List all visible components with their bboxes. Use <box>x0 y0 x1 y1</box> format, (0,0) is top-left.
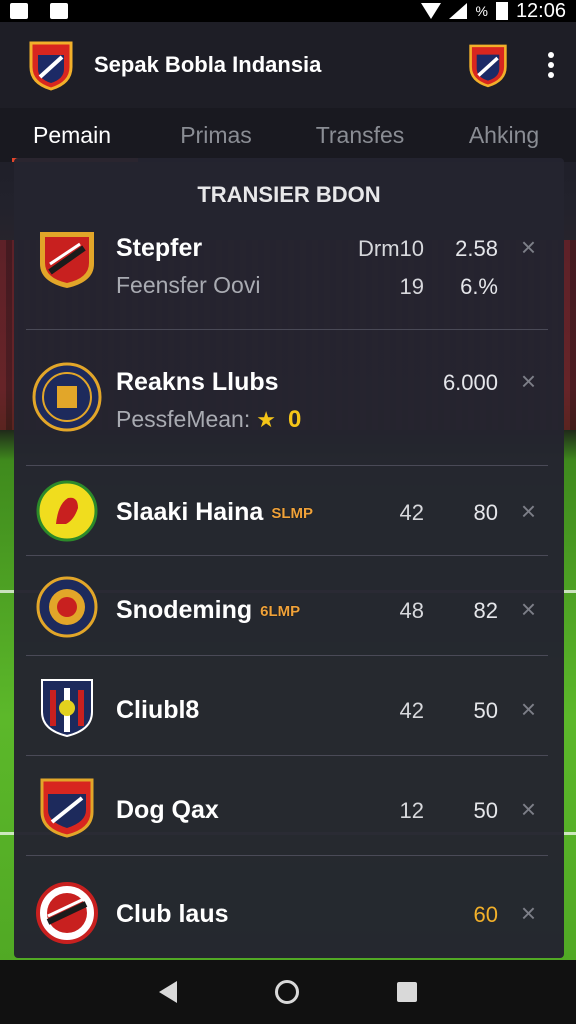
club-logo-icon <box>41 679 93 738</box>
club-name: Club laus <box>116 900 229 928</box>
club-logo-icon <box>40 778 94 838</box>
value-secondary: 50 <box>473 798 498 823</box>
club-logo-icon <box>36 576 98 638</box>
close-icon[interactable]: × <box>521 594 536 625</box>
club-logo-icon <box>36 882 98 944</box>
club-name: Slaaki Haina SLMP <box>116 498 313 526</box>
battery-percent: % <box>475 3 488 19</box>
club-shield-icon[interactable] <box>468 41 508 89</box>
recents-icon[interactable] <box>397 982 417 1002</box>
value-secondary: 82 <box>473 598 498 623</box>
value-secondary: 60 <box>473 902 498 927</box>
list-item[interactable]: Club laus 60 × <box>26 870 548 958</box>
value-secondary-b: 6.% <box>460 274 498 299</box>
app-title: Sepak Bobla Indansia <box>94 52 322 77</box>
tab-bar: Pemain Primas Transfes Ahking <box>0 108 576 162</box>
club-name: Stepfer <box>116 234 203 262</box>
more-vert-icon[interactable] <box>548 52 554 78</box>
system-nav-bar <box>0 960 576 1024</box>
club-logo-icon <box>40 232 94 288</box>
status-badge: SLMP <box>271 504 313 522</box>
value-primary: 42 <box>399 698 424 723</box>
list-item[interactable]: Dog Qax 12 50 × <box>26 756 548 856</box>
list-item[interactable]: Stepfer Feensfer Oovi Drm10 2.58 19 6.% … <box>26 222 548 330</box>
tab-primas[interactable]: Primas <box>144 108 288 162</box>
home-icon[interactable] <box>275 980 299 1004</box>
value-primary: 42 <box>399 500 424 525</box>
status-badge: 6LMP <box>260 602 301 620</box>
club-logo-icon <box>32 362 102 432</box>
value-primary: 12 <box>399 798 424 823</box>
signal-icon <box>449 3 468 19</box>
club-name: Snodeming 6LMP <box>116 596 301 624</box>
photo-notification-icon <box>10 3 28 19</box>
app-bar: Sepak Bobla Indansia <box>0 22 576 108</box>
close-icon[interactable]: × <box>521 496 536 527</box>
tab-transfes[interactable]: Transfes <box>288 108 432 162</box>
list-item[interactable]: Cliubl8 42 50 × <box>26 656 548 756</box>
club-subtitle: PessfeMean: ★ 0 <box>116 406 302 433</box>
rating-score: 0 <box>287 406 302 433</box>
close-icon[interactable]: × <box>521 794 536 825</box>
list-item[interactable]: Snodeming 6LMP 48 82 × <box>26 556 548 656</box>
close-icon[interactable]: × <box>521 232 536 263</box>
value-primary: 48 <box>399 598 424 623</box>
value-primary-b: 19 <box>399 274 424 299</box>
value-secondary: 80 <box>473 500 498 525</box>
status-time: 12:06 <box>515 0 566 22</box>
tab-pemain[interactable]: Pemain <box>0 108 144 162</box>
club-name: Cliubl8 <box>116 696 200 724</box>
value-secondary: 6.000 <box>442 370 498 395</box>
club-crest-icon[interactable] <box>28 39 74 91</box>
tab-ahking[interactable]: Ahking <box>432 108 576 162</box>
app-notification-icon <box>50 3 68 19</box>
list-item[interactable]: Slaaki Haina SLMP 42 80 × <box>26 466 548 556</box>
value-secondary: 2.58 <box>455 236 498 261</box>
star-icon: ★ <box>256 407 276 432</box>
value-primary: Drm10 <box>357 236 424 261</box>
club-name: Dog Qax <box>116 796 219 824</box>
battery-icon <box>495 2 508 20</box>
value-secondary: 50 <box>473 698 498 723</box>
status-bar: % 12:06 <box>0 0 576 22</box>
close-icon[interactable]: × <box>521 694 536 725</box>
club-name: Reakns Llubs <box>116 368 279 396</box>
panel-title: TRANSIER BDON <box>197 182 381 207</box>
back-icon[interactable] <box>159 981 177 1003</box>
club-logo-icon <box>36 480 98 542</box>
wifi-icon <box>421 3 442 19</box>
list-item[interactable]: Reakns Llubs PessfeMean: ★ 0 6.000 × <box>26 330 548 466</box>
club-subtitle: Feensfer Oovi <box>116 272 261 298</box>
transfer-panel: TRANSIER BDON Stepfer Feensfer Oovi Drm1… <box>14 158 564 958</box>
close-icon[interactable]: × <box>521 366 536 397</box>
close-icon[interactable]: × <box>521 898 536 929</box>
